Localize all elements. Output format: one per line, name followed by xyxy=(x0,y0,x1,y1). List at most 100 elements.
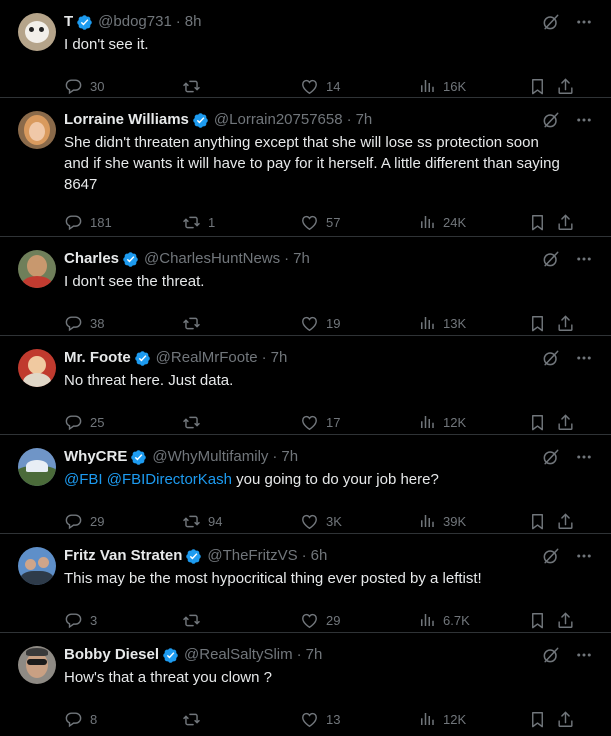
share-button[interactable] xyxy=(556,314,576,333)
repost-button[interactable] xyxy=(182,710,300,729)
author-name[interactable]: Mr. Foote xyxy=(64,348,131,368)
reply-button[interactable]: 181 xyxy=(64,213,182,232)
more-options-icon[interactable] xyxy=(575,111,593,129)
author-name[interactable]: Fritz Van Straten xyxy=(64,546,182,566)
bookmark-button[interactable] xyxy=(528,77,556,96)
tweet[interactable]: Mr. Foote @RealMrFoote · 7h No threat he… xyxy=(0,336,611,435)
mention-link[interactable]: @FBIDirectorKash xyxy=(107,471,232,488)
more-options-icon[interactable] xyxy=(575,646,593,664)
share-icon xyxy=(556,413,575,432)
views-button[interactable]: 6.7K xyxy=(418,611,528,629)
author-name[interactable]: Charles xyxy=(64,249,119,269)
share-button[interactable] xyxy=(556,611,576,630)
reply-button[interactable]: 29 xyxy=(64,512,182,531)
repost-button[interactable] xyxy=(182,611,300,630)
views-button[interactable]: 12K xyxy=(418,710,528,728)
author-handle[interactable]: @RealMrFoote xyxy=(156,348,258,368)
repost-button[interactable]: 94 xyxy=(182,512,300,531)
share-button[interactable] xyxy=(556,413,576,432)
tweet-actions: 3 29 6.7K xyxy=(64,603,595,637)
more-options-icon[interactable] xyxy=(575,547,593,565)
like-button[interactable]: 29 xyxy=(300,611,418,630)
more-options-icon[interactable] xyxy=(575,448,593,466)
grok-icon[interactable] xyxy=(541,110,561,130)
author-handle[interactable]: @CharlesHuntNews xyxy=(144,249,280,269)
grok-icon[interactable] xyxy=(541,546,561,566)
reply-button[interactable]: 3 xyxy=(64,611,182,630)
bookmark-button[interactable] xyxy=(528,314,556,333)
author-name[interactable]: Lorraine Williams xyxy=(64,110,189,130)
share-button[interactable] xyxy=(556,77,576,96)
avatar[interactable] xyxy=(18,448,56,486)
like-button[interactable]: 14 xyxy=(300,77,418,96)
tweet[interactable]: Bobby Diesel @RealSaltySlim · 7h How's t… xyxy=(0,633,611,733)
views-button[interactable]: 13K xyxy=(418,314,528,332)
tweet[interactable]: Lorraine Williams @Lorrain20757658 · 7h … xyxy=(0,98,611,237)
timestamp[interactable]: 6h xyxy=(311,546,328,566)
timestamp[interactable]: 7h xyxy=(271,348,288,368)
timestamp[interactable]: 7h xyxy=(306,645,323,665)
author-name[interactable]: WhyCRE xyxy=(64,447,127,467)
repost-button[interactable] xyxy=(182,314,300,333)
more-options-icon[interactable] xyxy=(575,349,593,367)
like-button[interactable]: 13 xyxy=(300,710,418,729)
author-handle[interactable]: @TheFritzVS xyxy=(207,546,297,566)
share-button[interactable] xyxy=(556,710,576,729)
tweet-header: Bobby Diesel @RealSaltySlim · 7h xyxy=(64,645,595,665)
grok-icon[interactable] xyxy=(541,645,561,665)
bookmark-button[interactable] xyxy=(528,611,556,630)
avatar[interactable] xyxy=(18,13,56,51)
reply-button[interactable]: 38 xyxy=(64,314,182,333)
tweet[interactable]: T @bdog731 · 8h I don't see it. 30 14 16… xyxy=(0,0,611,98)
grok-icon[interactable] xyxy=(541,249,561,269)
more-options-icon[interactable] xyxy=(575,250,593,268)
avatar[interactable] xyxy=(18,349,56,387)
like-button[interactable]: 19 xyxy=(300,314,418,333)
author-handle[interactable]: @WhyMultifamily xyxy=(152,447,268,467)
timestamp[interactable]: 7h xyxy=(356,110,373,130)
bookmark-button[interactable] xyxy=(528,213,556,232)
share-button[interactable] xyxy=(556,213,576,232)
avatar[interactable] xyxy=(18,547,56,585)
repost-button[interactable] xyxy=(182,413,300,432)
timestamp[interactable]: 8h xyxy=(185,12,202,32)
tweet[interactable]: Fritz Van Straten @TheFritzVS · 6h This … xyxy=(0,534,611,633)
views-button[interactable]: 12K xyxy=(418,413,528,431)
repost-button[interactable] xyxy=(182,77,300,96)
reply-button[interactable]: 25 xyxy=(64,413,182,432)
more-options-icon[interactable] xyxy=(575,13,593,31)
tweet[interactable]: Charles @CharlesHuntNews · 7h I don't se… xyxy=(0,237,611,336)
reply-button[interactable]: 8 xyxy=(64,710,182,729)
repost-button[interactable]: 1 xyxy=(182,213,300,232)
author-name[interactable]: Bobby Diesel xyxy=(64,645,159,665)
reply-button[interactable]: 30 xyxy=(64,77,182,96)
like-button[interactable]: 3K xyxy=(300,512,418,531)
like-button[interactable]: 17 xyxy=(300,413,418,432)
author-handle[interactable]: @bdog731 xyxy=(98,12,172,32)
views-button[interactable]: 24K xyxy=(418,213,528,231)
bookmark-button[interactable] xyxy=(528,512,556,531)
grok-icon[interactable] xyxy=(541,12,561,32)
separator-dot: · xyxy=(175,13,181,30)
share-button[interactable] xyxy=(556,512,576,531)
bookmark-button[interactable] xyxy=(528,413,556,432)
mention-link[interactable]: @FBI xyxy=(64,471,103,488)
views-button[interactable]: 39K xyxy=(418,512,528,530)
like-button[interactable]: 57 xyxy=(300,213,418,232)
grok-icon[interactable] xyxy=(541,447,561,467)
timestamp[interactable]: 7h xyxy=(281,447,298,467)
author-handle[interactable]: @Lorrain20757658 xyxy=(214,110,343,130)
tweet-actions: 29 94 3K 39K xyxy=(64,504,595,538)
tweet[interactable]: WhyCRE @WhyMultifamily · 7h @FBI @FBIDir… xyxy=(0,435,611,534)
verified-badge-icon xyxy=(76,14,93,31)
avatar[interactable] xyxy=(18,250,56,288)
timestamp[interactable]: 7h xyxy=(293,249,310,269)
views-button[interactable]: 16K xyxy=(418,77,528,95)
author-handle[interactable]: @RealSaltySlim xyxy=(184,645,293,665)
repost-icon xyxy=(182,314,201,333)
author-name[interactable]: T xyxy=(64,12,73,32)
grok-icon[interactable] xyxy=(541,348,561,368)
bookmark-button[interactable] xyxy=(528,710,556,729)
avatar[interactable] xyxy=(18,111,56,149)
avatar[interactable] xyxy=(18,646,56,684)
